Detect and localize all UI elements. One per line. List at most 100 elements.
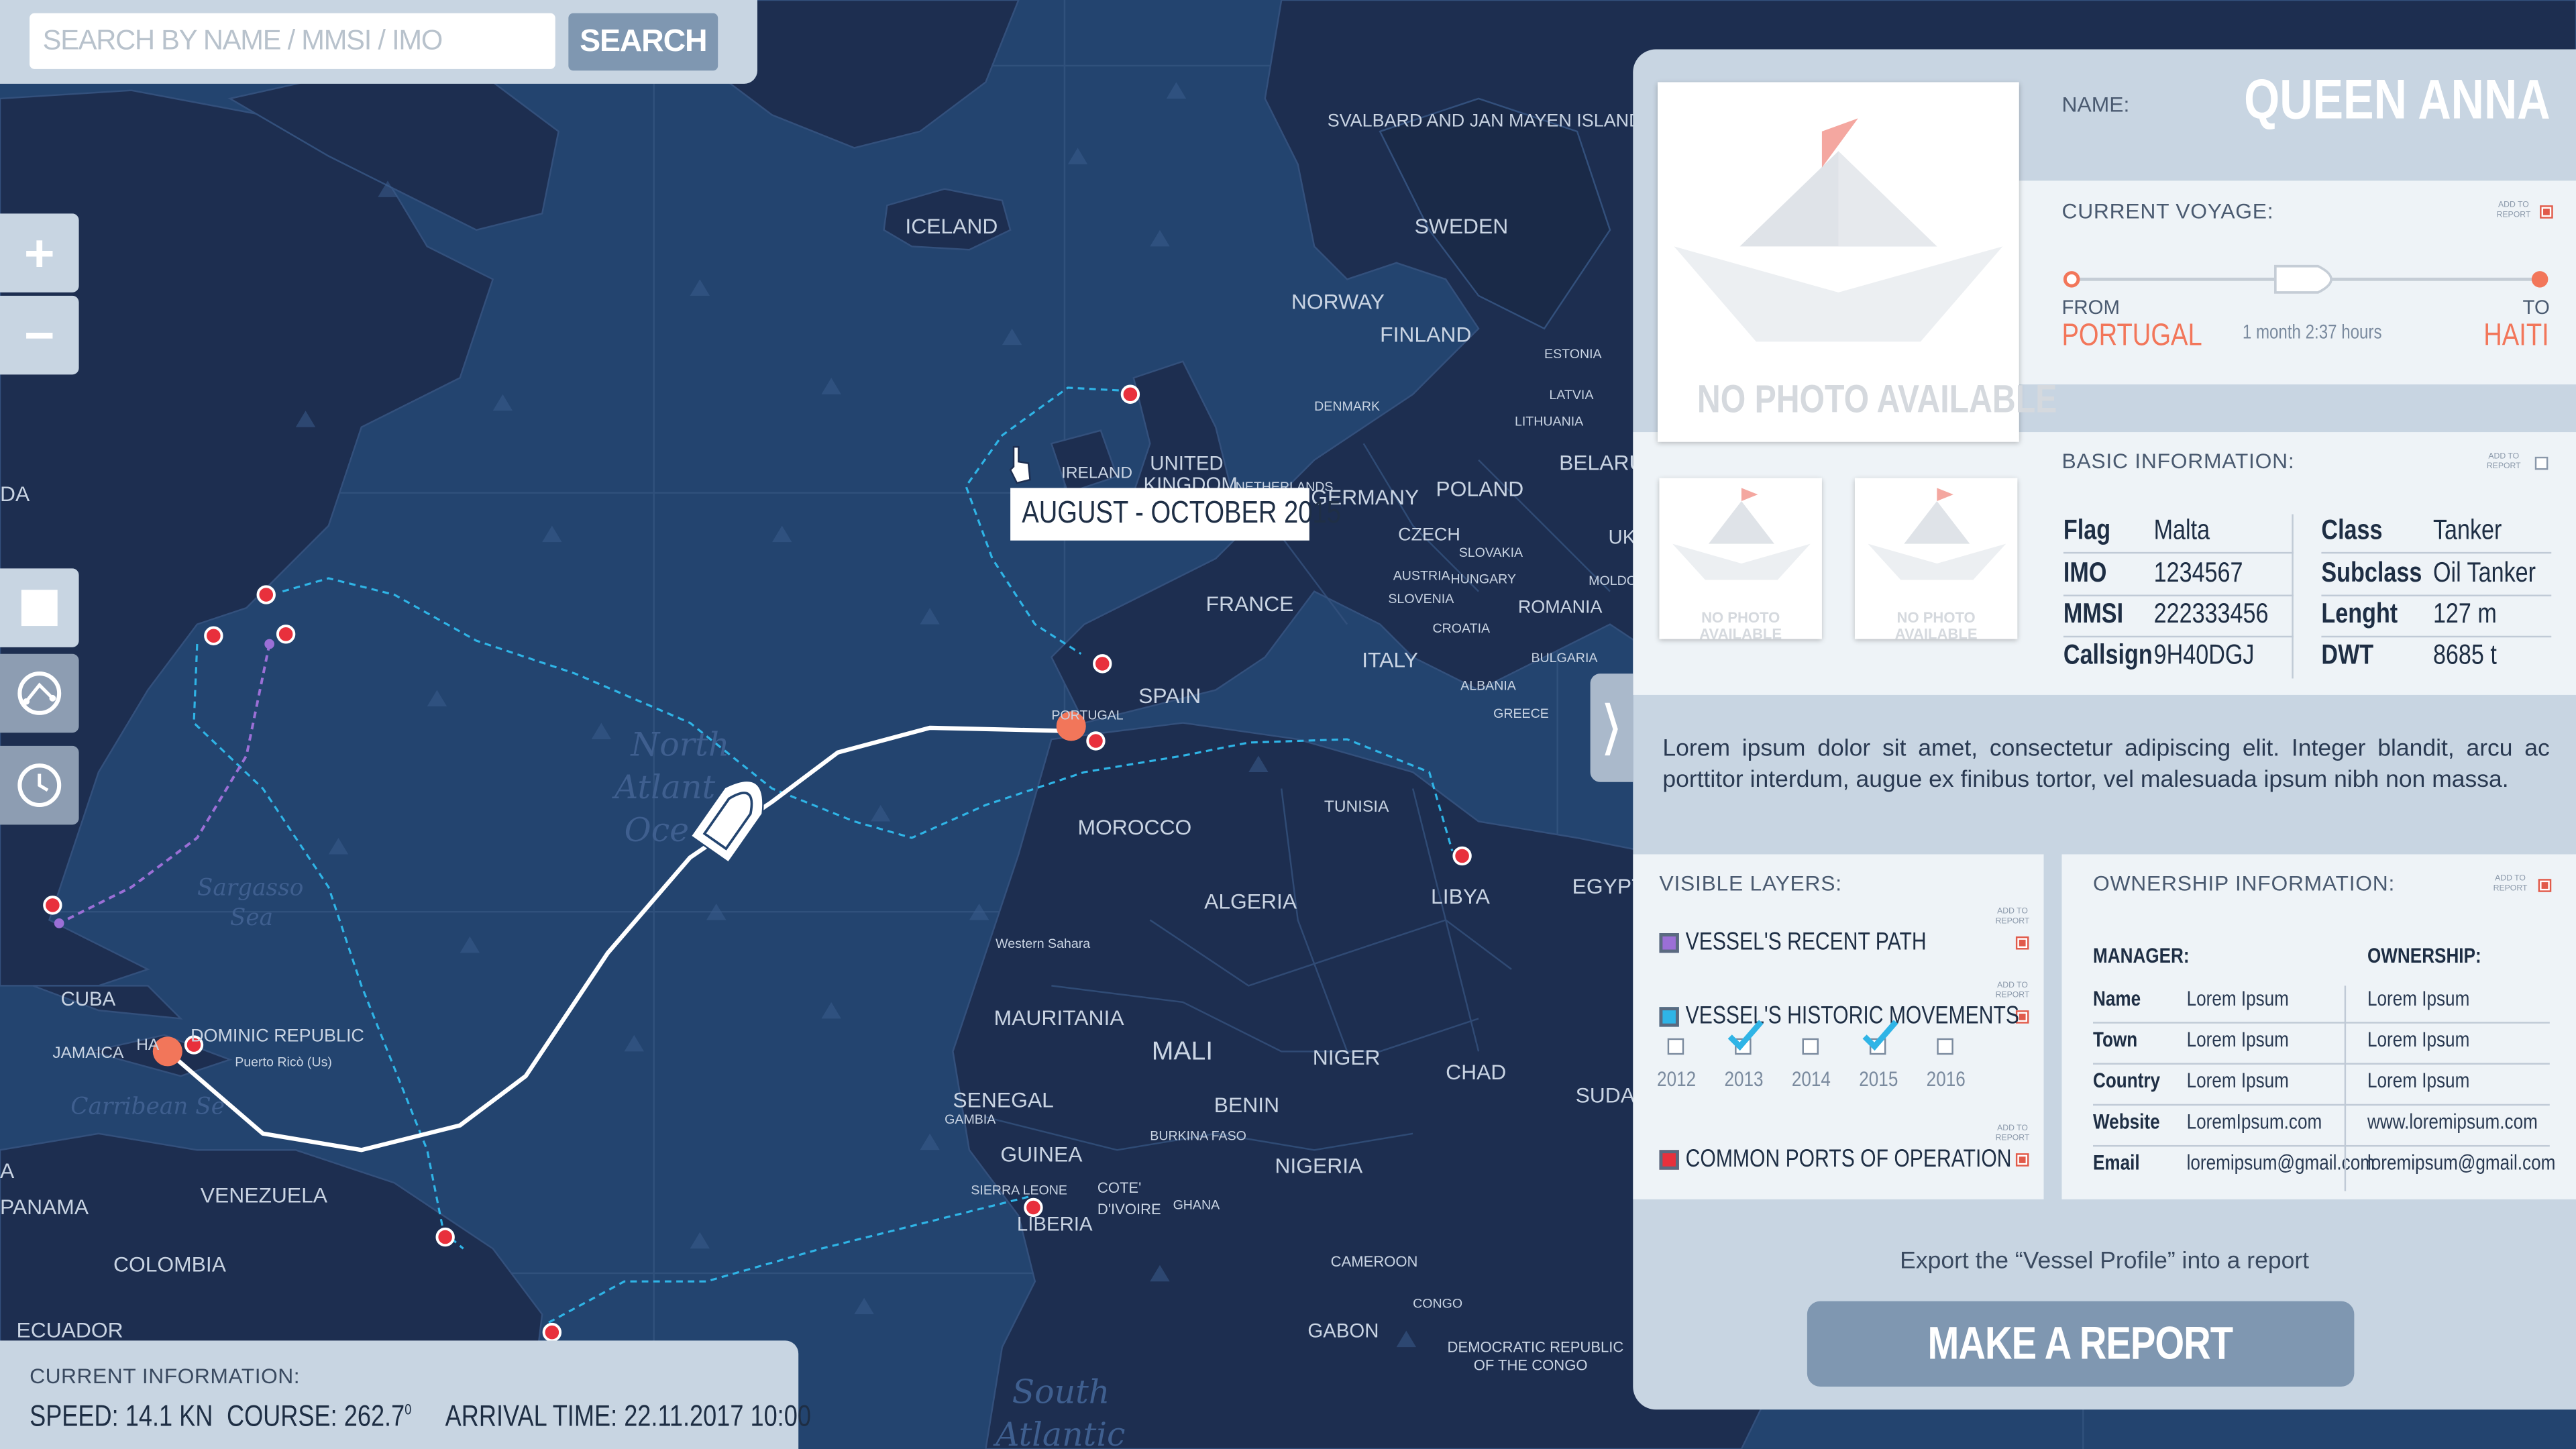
current-info-title: CURRENT INFORMATION: (30, 1363, 301, 1389)
recent-path-toggle[interactable] (1659, 933, 1679, 953)
route-cycle-icon (17, 672, 62, 715)
ownership-key: Website (2093, 1109, 2160, 1134)
ocean-label: Sargasso (197, 875, 303, 902)
add-to-report-label: ADD TO REPORT (2496, 200, 2531, 221)
voyage-add-to-report-checkbox[interactable] (2540, 205, 2553, 219)
map-label: OF THE CONGO (1474, 1356, 1588, 1373)
vessel-photo-thumb-2[interactable]: NO PHOTO AVAILABLE (1854, 478, 2018, 643)
map-label: BURKINA FASO (1150, 1129, 1246, 1144)
map-label: GAMBIA (945, 1112, 996, 1127)
search-bar: SEARCH (0, 0, 757, 84)
map-label: ROMANIA (1518, 596, 1603, 616)
manager-value: Lorem Ipsum (2186, 985, 2289, 1011)
port-marker[interactable] (256, 585, 276, 604)
recent-path-label: VESSEL'S RECENT PATH (1685, 928, 1927, 957)
zoom-out-button[interactable]: − (0, 295, 79, 375)
to-port: HAITI (2484, 319, 2550, 354)
row-divider (2093, 1063, 2550, 1065)
chevron-right-icon: ⟩ (1600, 693, 1623, 761)
ownership-add-to-report-checkbox[interactable] (2538, 879, 2552, 892)
map-label: A (0, 1159, 15, 1183)
search-button[interactable]: SEARCH (568, 13, 718, 71)
ownership-card: OWNERSHIP INFORMATION: ADD TO REPORT MAN… (2061, 854, 2576, 1199)
port-marker[interactable] (43, 896, 62, 915)
ownership-title: OWNERSHIP INFORMATION: (2093, 870, 2396, 896)
map-label: COLOMBIA (113, 1252, 227, 1277)
map-label: VENEZUELA (201, 1183, 328, 1208)
basic-value: 8685 t (2432, 639, 2497, 671)
port-marker[interactable] (1086, 731, 1106, 751)
port-marker[interactable] (1452, 846, 1472, 866)
recent-path-point (54, 918, 64, 928)
map-label: BENIN (1214, 1093, 1279, 1117)
map-label: CZECH (1398, 525, 1460, 545)
layer-square-button[interactable] (0, 568, 79, 647)
panel-collapse-handle[interactable]: ⟩ (1590, 674, 1633, 782)
map-label: Puerto Ricò (Us) (235, 1055, 332, 1069)
port-marker[interactable] (1120, 384, 1140, 404)
historic-movements-toggle[interactable] (1659, 1007, 1679, 1027)
map-label: UNITED (1150, 452, 1223, 474)
year-checkbox[interactable] (1667, 1038, 1684, 1055)
arrival-readout: ARRIVAL TIME: 22.11.2017 10:00 (445, 1399, 811, 1433)
port-marker[interactable] (204, 626, 223, 645)
map-label: NORWAY (1291, 289, 1385, 313)
ports-label: COMMON PORTS OF OPERATION (1685, 1144, 2012, 1173)
map-label: MAURITANIA (994, 1006, 1125, 1030)
port-marker[interactable] (435, 1227, 455, 1247)
manager-value: Lorem Ipsum (2186, 1067, 2289, 1093)
basic-value: 9H40DGJ (2153, 639, 2255, 671)
recent-add-to-report-checkbox[interactable] (2015, 936, 2029, 950)
recent-path-point (264, 639, 274, 649)
map-label: DOMINIC REPUBLIC (191, 1026, 364, 1046)
layers-title: VISIBLE LAYERS: (1659, 870, 1842, 896)
map-label: DEMOCRATIC REPUBLIC (1448, 1339, 1624, 1356)
search-input[interactable] (30, 13, 555, 69)
map-label: MALI (1152, 1037, 1213, 1066)
map-label: GHANA (1173, 1197, 1221, 1212)
history-button[interactable] (0, 745, 79, 825)
year-checkbox[interactable] (1937, 1038, 1953, 1055)
map-label: NIGERIA (1275, 1154, 1363, 1178)
map-label: ECUADOR (16, 1318, 123, 1342)
ocean-label: Atlantic (993, 1415, 1125, 1449)
map-label: LATVIA (1549, 388, 1594, 402)
basic-add-to-report-checkbox[interactable] (2534, 456, 2548, 470)
map-label: LITHUANIA (1515, 414, 1584, 429)
history-clock-icon (17, 763, 62, 808)
port-marker[interactable] (276, 625, 296, 644)
row-divider (2063, 551, 2294, 554)
basic-value: Malta (2153, 514, 2210, 546)
vessel-photo-thumb-1[interactable]: NO PHOTO AVAILABLE (1659, 478, 1822, 643)
port-marker[interactable] (542, 1322, 562, 1342)
port-marker[interactable] (1093, 654, 1112, 674)
map-label: D'IVOIRE (1097, 1201, 1161, 1218)
voyage-title: CURRENT VOYAGE: (2061, 199, 2274, 224)
square-icon (21, 590, 58, 627)
ports-toggle[interactable] (1659, 1150, 1679, 1170)
map-label: SLOVENIA (1388, 592, 1454, 606)
ocean-label: Oce (625, 811, 690, 849)
zoom-in-button[interactable]: + (0, 213, 79, 292)
map-label: GUINEA (1000, 1142, 1083, 1166)
vessel-main-photo[interactable]: NO PHOTO AVAILABLE (1658, 82, 2057, 442)
basic-key: MMSI (2063, 598, 2124, 629)
add-to-report-label: ADD TO REPORT (2493, 873, 2528, 894)
route-button[interactable] (0, 653, 79, 733)
basic-value: 127 m (2432, 598, 2497, 629)
basic-value: 222333456 (2153, 598, 2269, 629)
map-label: FINLAND (1380, 322, 1471, 346)
year-checkbox[interactable] (1802, 1038, 1819, 1055)
ownership-key: Country (2093, 1067, 2161, 1093)
map-label: AUSTRIA (1393, 568, 1451, 583)
basic-key: IMO (2063, 557, 2107, 588)
add-to-report-label: ADD TO REPORT (1995, 981, 2030, 1001)
map-label: CAMEROON (1331, 1253, 1418, 1270)
make-report-button[interactable]: MAKE A REPORT (1807, 1301, 2355, 1387)
map-label: GREECE (1493, 706, 1549, 721)
year-label: 2012 (1656, 1066, 1695, 1091)
owner-value: www.loremipsum.com (2367, 1109, 2538, 1134)
year-label: 2013 (1723, 1066, 1763, 1091)
row-divider (2321, 594, 2552, 596)
row-divider (2093, 1144, 2550, 1147)
